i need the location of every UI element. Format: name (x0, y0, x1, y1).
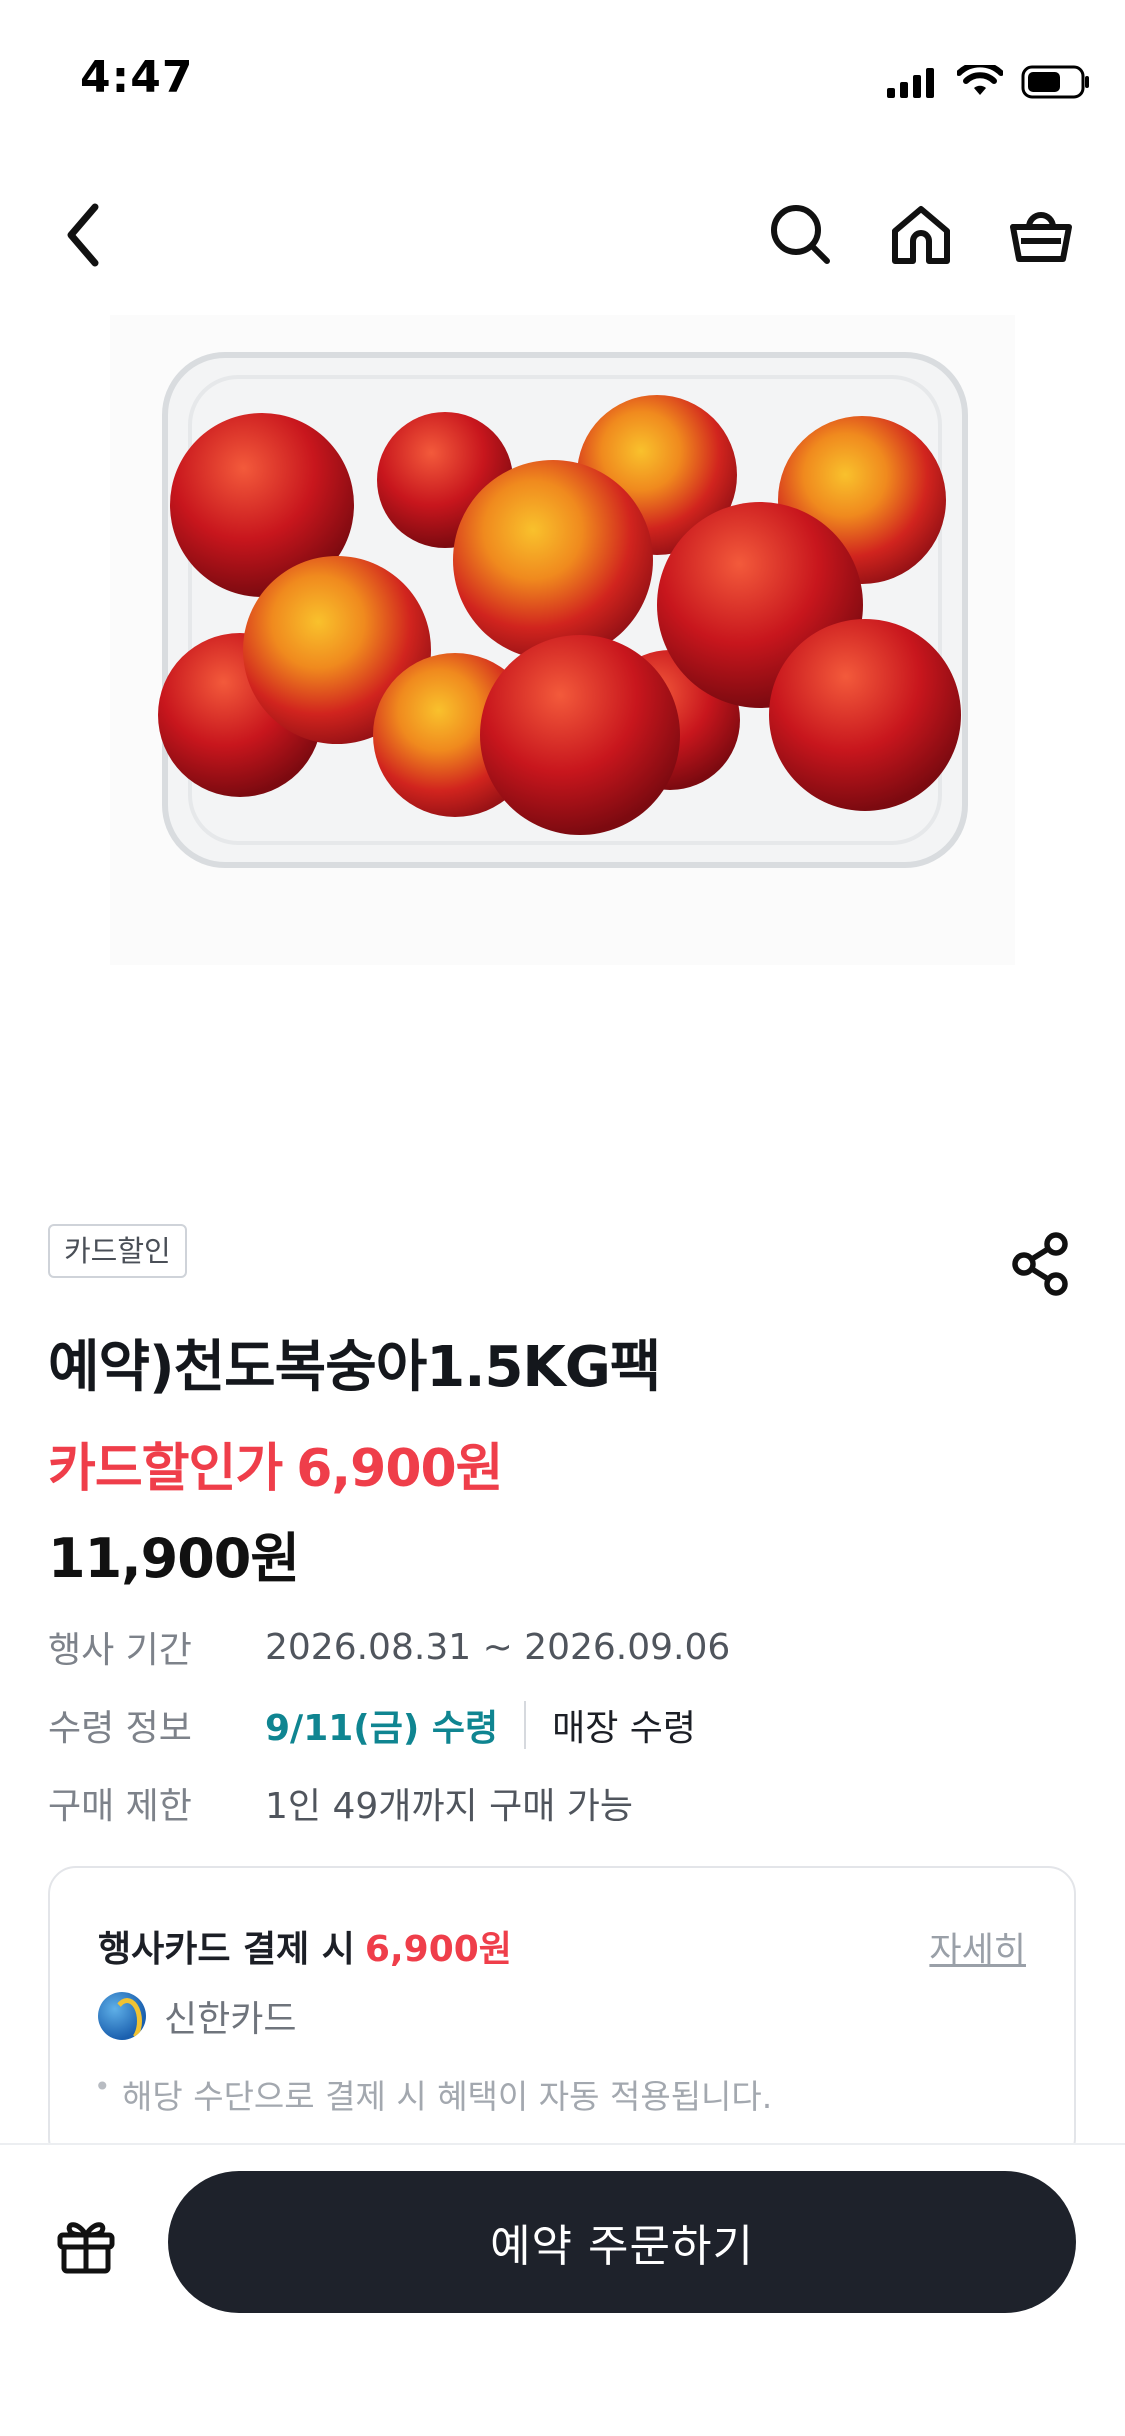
card-benefit-panel: 행사카드 결제 시6,900원 자세히 신한카드 해당 수단으로 결제 시 혜택… (48, 1866, 1076, 2166)
share-icon (1012, 1232, 1068, 1296)
card-discount-badge: 카드할인 (48, 1224, 187, 1278)
pickup-info-label: 수령 정보 (48, 1708, 192, 1749)
share-button[interactable] (1000, 1222, 1084, 1306)
card-issuer-name: 신한카드 (164, 1999, 297, 2040)
search-button[interactable] (756, 190, 846, 280)
pickup-info-row: 수령 정보 9/11(금) 수령 매장 수령 (48, 1700, 696, 1750)
wifi-icon (957, 65, 1003, 95)
benefit-title-prefix: 행사카드 결제 시 (98, 1929, 355, 1970)
gift-icon (57, 2222, 115, 2274)
product-image (110, 315, 1015, 965)
purchase-limit-value: 1인 49개까지 구매 가능 (265, 1786, 634, 1827)
top-navigation (0, 190, 1125, 280)
status-icons (887, 60, 1091, 104)
card-discount-price: 카드할인가 6,900원 (48, 1426, 504, 1501)
signal-icon (887, 68, 934, 98)
basket-button[interactable] (996, 190, 1086, 280)
gift-button[interactable] (46, 2205, 126, 2285)
card-price-label: 카드할인가 (48, 1439, 283, 1499)
home-button[interactable] (876, 190, 966, 280)
battery-icon (1021, 65, 1089, 99)
benefit-price: 6,900원 (364, 1929, 512, 1970)
peach-pack-illustration (158, 352, 968, 868)
pickup-method: 매장 수령 (552, 1708, 697, 1749)
status-bar: 4:47 (0, 0, 1125, 160)
card-issuer: 신한카드 (98, 1990, 296, 2042)
purchase-limit-label: 구매 제한 (48, 1786, 192, 1827)
purchase-limit-row: 구매 제한 1인 49개까지 구매 가능 (48, 1778, 633, 1828)
pickup-divider (524, 1701, 527, 1749)
event-period-value: 2026.08.31 ~ 2026.09.06 (265, 1626, 731, 1668)
search-icon (771, 205, 830, 264)
back-button[interactable] (38, 190, 128, 280)
reserve-order-button[interactable]: 예약 주문하기 (168, 2171, 1076, 2313)
benefit-title: 행사카드 결제 시 6,900원 (98, 1920, 512, 1972)
event-period-row: 행사 기간 2026.08.31 ~ 2026.09.06 (48, 1622, 730, 1672)
bottom-action-bar: 예약 주문하기 (0, 2143, 1125, 2436)
card-price-amount: 6,900원 (296, 1439, 503, 1499)
basket-icon (1010, 212, 1072, 262)
benefit-detail-link[interactable]: 자세히 (929, 1922, 1026, 1973)
back-icon (67, 203, 99, 267)
benefit-note: 해당 수단으로 결제 시 혜택이 자동 적용됩니다. (94, 2070, 772, 2118)
product-detail-screen: 4:47 카드할인 예약)천도복숭아1.5KG팩 카드할인가 6,900원 11… (0, 0, 1125, 2436)
shinhan-card-logo (98, 1992, 146, 2040)
regular-price: 11,900원 (48, 1527, 300, 1590)
product-title: 예약)천도복숭아1.5KG팩 (48, 1335, 661, 1400)
status-time: 4:47 (80, 52, 194, 103)
event-period-label: 행사 기간 (48, 1630, 192, 1671)
home-icon (892, 206, 950, 264)
pickup-date: 9/11(금) 수령 (265, 1708, 499, 1749)
